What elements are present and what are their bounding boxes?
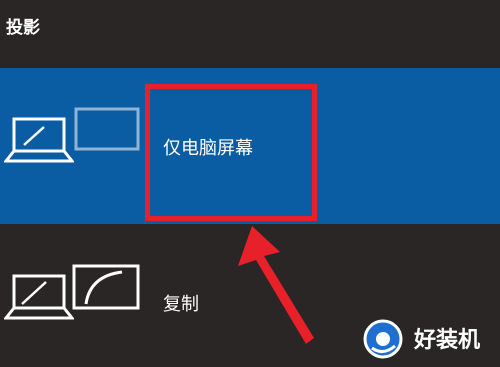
- watermark-text: 好装机: [414, 328, 481, 353]
- second-screen-duplicate-icon: [72, 264, 140, 310]
- laptop-icon: [4, 117, 74, 163]
- option-duplicate-label: 复制: [163, 294, 199, 315]
- second-screen-off-icon: [74, 107, 140, 151]
- panel-title: 投影: [6, 18, 40, 38]
- annotation-highlight-box: [145, 84, 317, 221]
- annotation-arrow-icon: [238, 226, 314, 344]
- laptop-icon: [4, 274, 74, 320]
